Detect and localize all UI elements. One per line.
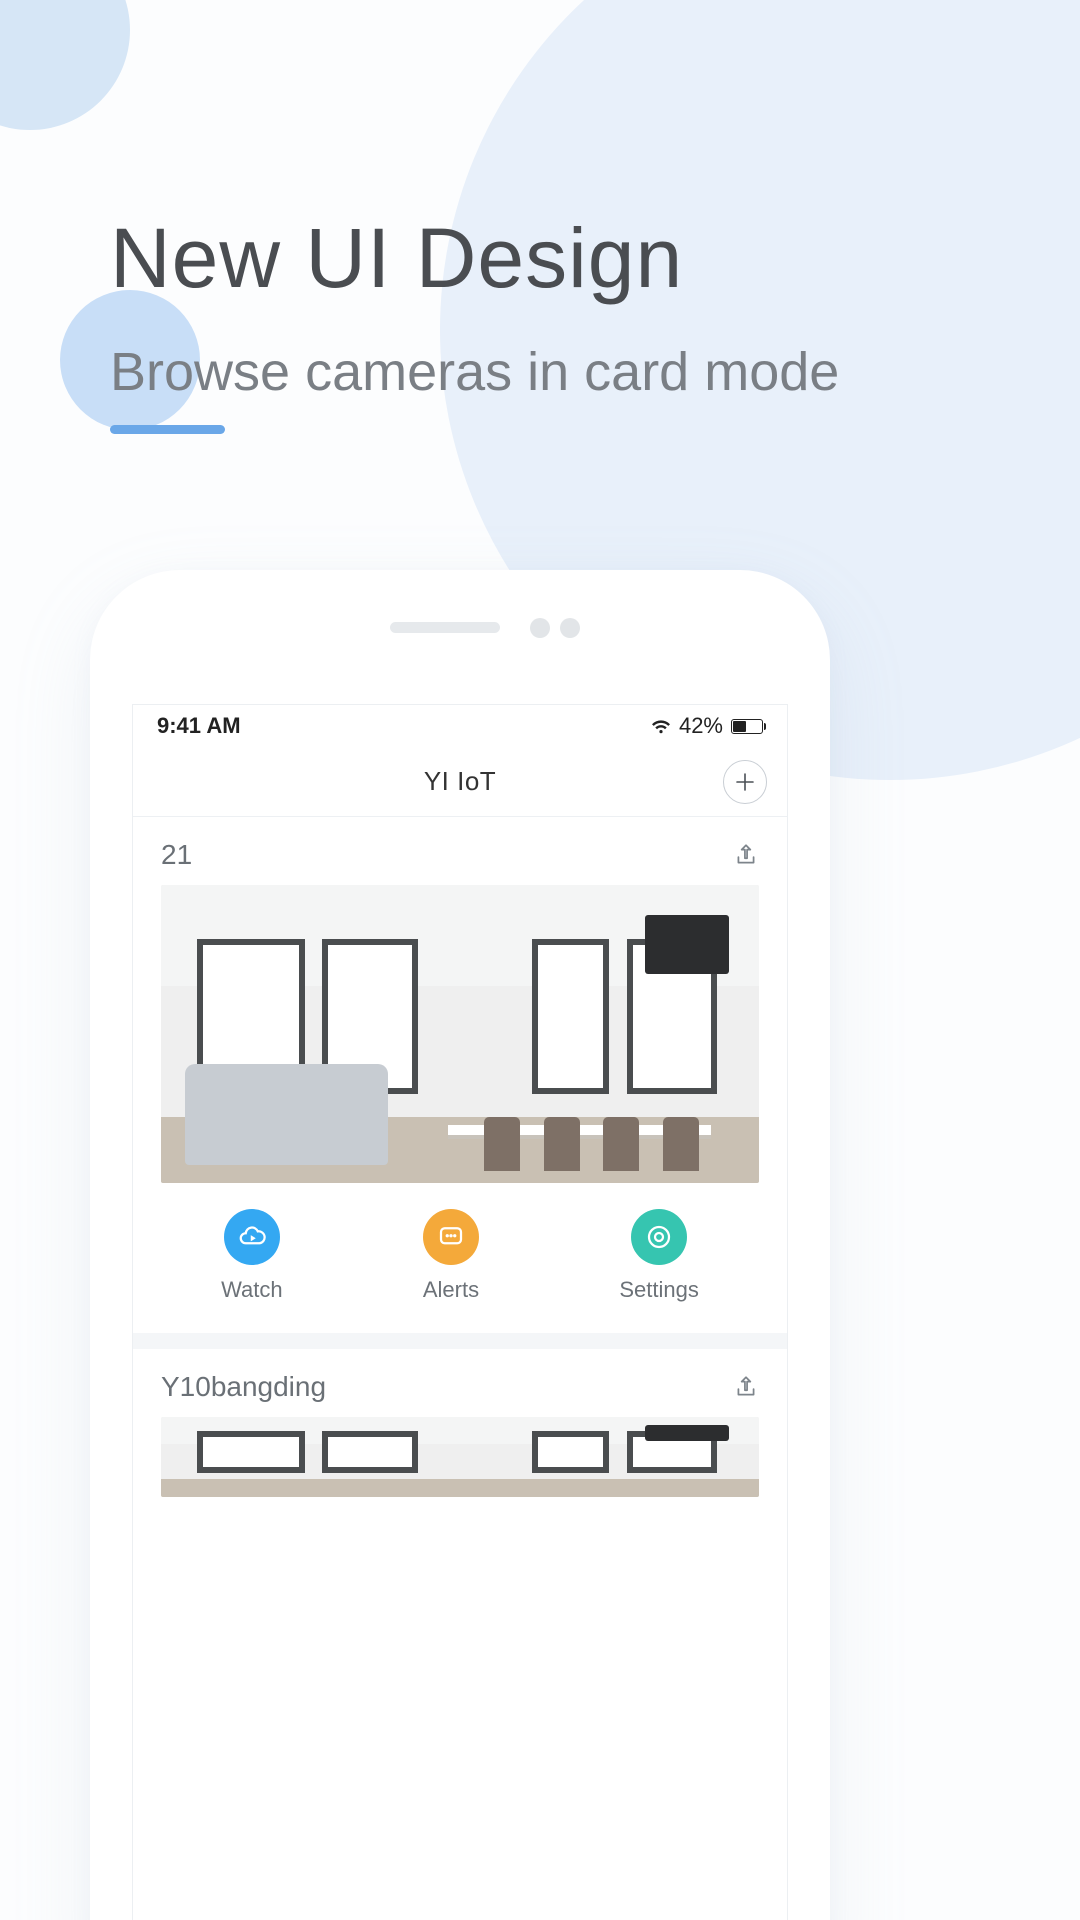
gear-icon	[631, 1209, 687, 1265]
hero: New UI Design Browse cameras in card mod…	[110, 210, 1000, 434]
add-button[interactable]	[723, 760, 767, 804]
status-battery-pct: 42%	[679, 713, 723, 739]
phone-camera-dots	[530, 618, 580, 638]
camera-feed[interactable]: 21	[133, 817, 787, 1497]
settings-label: Settings	[619, 1277, 699, 1303]
settings-button[interactable]: Settings	[619, 1209, 699, 1303]
alerts-label: Alerts	[423, 1277, 479, 1303]
status-bar: 9:41 AM 42%	[133, 705, 787, 747]
app-navbar: YI IoT	[133, 747, 787, 817]
camera-card[interactable]: 21	[133, 817, 787, 1333]
watch-button[interactable]: Watch	[221, 1209, 283, 1303]
share-icon[interactable]	[733, 842, 759, 868]
camera-preview[interactable]	[161, 885, 759, 1183]
battery-icon	[731, 719, 763, 734]
cloud-play-icon	[224, 1209, 280, 1265]
hero-underline	[110, 425, 225, 434]
bg-blob-top	[0, 0, 130, 130]
camera-card[interactable]: Y10bangding	[133, 1349, 787, 1497]
alerts-button[interactable]: Alerts	[423, 1209, 479, 1303]
chat-icon	[423, 1209, 479, 1265]
phone-mockup: 9:41 AM 42% YI IoT	[90, 570, 830, 1920]
camera-name: Y10bangding	[161, 1371, 326, 1403]
wifi-icon	[651, 719, 671, 734]
hero-title: New UI Design	[110, 210, 1000, 307]
card-actions: Watch Alerts Settings	[133, 1183, 787, 1333]
camera-name: 21	[161, 839, 192, 871]
phone-speaker	[390, 622, 500, 633]
camera-preview[interactable]	[161, 1417, 759, 1497]
status-time: 9:41 AM	[157, 713, 241, 739]
plus-icon	[734, 771, 756, 793]
app-title: YI IoT	[424, 766, 496, 797]
phone-screen: 9:41 AM 42% YI IoT	[132, 704, 788, 1920]
share-icon[interactable]	[733, 1374, 759, 1400]
hero-subtitle: Browse cameras in card mode	[110, 339, 1000, 407]
watch-label: Watch	[221, 1277, 283, 1303]
